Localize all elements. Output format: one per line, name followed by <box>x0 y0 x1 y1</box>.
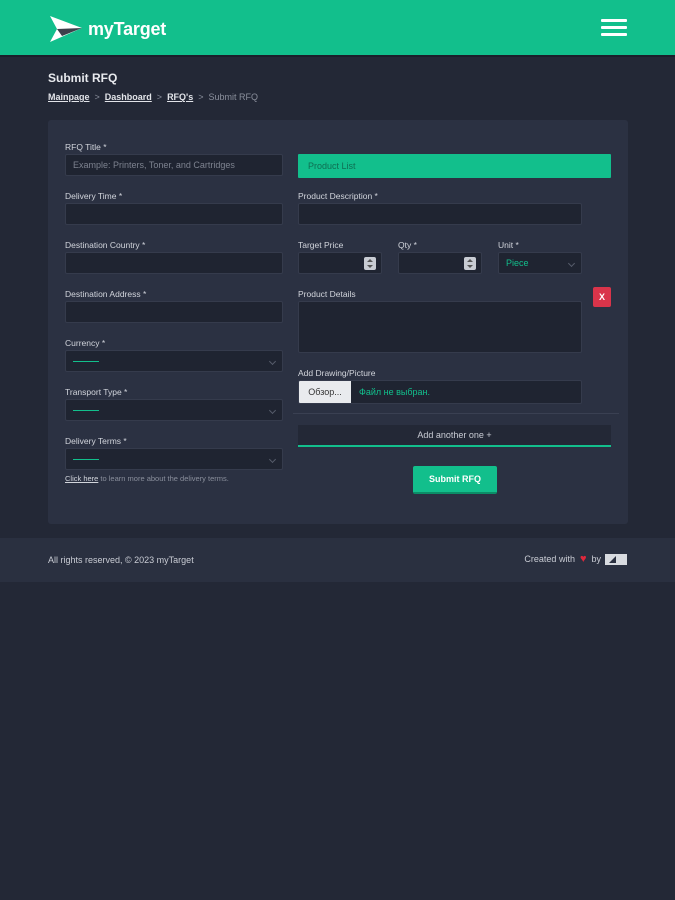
currency-empty-option <box>73 361 99 363</box>
breadcrumb-separator: > <box>198 92 204 102</box>
unit-select[interactable]: Piece <box>498 252 582 274</box>
transport-type-select[interactable] <box>65 399 283 421</box>
target-price-input[interactable] <box>298 252 382 274</box>
brand-logo[interactable]: myTarget <box>48 14 166 44</box>
chevron-down-icon <box>567 259 576 268</box>
transport-type-empty-option <box>73 410 99 412</box>
breadcrumb-dashboard[interactable]: Dashboard <box>105 92 152 102</box>
footer-credits: Created with ♥ by <box>524 553 627 565</box>
delivery-terms-empty-option <box>73 459 99 461</box>
footer-copyright: All rights reserved, © 2023 myTarget <box>48 555 194 565</box>
breadcrumb-current: Submit RFQ <box>208 92 258 102</box>
qty-label: Qty * <box>398 240 417 250</box>
page-title: Submit RFQ <box>48 71 118 85</box>
breadcrumb-separator: > <box>156 92 163 102</box>
drawing-label: Add Drawing/Picture <box>298 368 376 378</box>
unit-selected-value: Piece <box>506 258 529 268</box>
drawing-file-input[interactable]: Обзор... Файл не выбран. <box>298 380 582 404</box>
spinner-icon[interactable] <box>364 257 376 270</box>
divider <box>293 413 619 414</box>
destination-country-label: Destination Country * <box>65 240 146 250</box>
rfq-title-input[interactable]: Example: Printers, Toner, and Cartridges <box>65 154 283 176</box>
paper-plane-logo-icon <box>50 16 82 42</box>
footer: All rights reserved, © 2023 myTarget Cre… <box>0 538 675 582</box>
browse-file-button[interactable]: Обзор... <box>299 381 351 403</box>
chevron-down-icon <box>268 455 277 464</box>
add-another-product-button[interactable]: Add another one + <box>298 425 611 447</box>
delivery-time-input[interactable] <box>65 203 283 225</box>
delivery-terms-select[interactable] <box>65 448 283 470</box>
delivery-terms-help: Click here to learn more about the deliv… <box>65 474 229 483</box>
rfq-form-card: RFQ Title * Example: Printers, Toner, an… <box>48 120 628 524</box>
remove-product-button[interactable]: X <box>593 287 611 307</box>
delivery-time-label: Delivery Time * <box>65 191 123 201</box>
chevron-down-icon <box>268 357 277 366</box>
delivery-terms-help-link[interactable]: Click here <box>65 474 98 483</box>
product-description-input[interactable] <box>298 203 582 225</box>
delivery-terms-help-text: to learn more about the delivery terms. <box>98 474 229 483</box>
qty-input[interactable] <box>398 252 482 274</box>
hamburger-icon[interactable] <box>601 19 627 37</box>
heart-icon: ♥ <box>579 553 587 565</box>
created-with-text: Created with <box>524 554 575 564</box>
currency-select[interactable] <box>65 350 283 372</box>
product-details-label: Product Details <box>298 289 356 299</box>
target-price-label: Target Price <box>298 240 344 250</box>
top-bar: myTarget <box>0 0 675 57</box>
product-description-label: Product Description * <box>298 191 378 201</box>
rfq-title-placeholder: Example: Printers, Toner, and Cartridges <box>73 160 235 170</box>
rfq-title-label: RFQ Title * <box>65 142 107 152</box>
product-list-header: Product List <box>298 154 611 178</box>
file-status-text: Файл не выбран. <box>359 387 430 397</box>
destination-address-input[interactable] <box>65 301 283 323</box>
delivery-terms-label: Delivery Terms * <box>65 436 127 446</box>
transport-type-label: Transport Type * <box>65 387 128 397</box>
spinner-icon[interactable] <box>464 257 476 270</box>
breadcrumb-rfqs[interactable]: RFQ's <box>167 92 193 102</box>
unit-label: Unit * <box>498 240 519 250</box>
submit-rfq-button[interactable]: Submit RFQ <box>413 466 497 494</box>
currency-label: Currency * <box>65 338 106 348</box>
breadcrumb: Mainpage > Dashboard > RFQ's > Submit RF… <box>48 92 258 102</box>
agency-logo-icon[interactable] <box>605 553 627 565</box>
breadcrumb-separator: > <box>94 92 100 102</box>
destination-address-label: Destination Address * <box>65 289 147 299</box>
product-details-textarea[interactable] <box>298 301 582 353</box>
breadcrumb-mainpage[interactable]: Mainpage <box>48 92 90 102</box>
brand-name: myTarget <box>88 18 167 39</box>
chevron-down-icon <box>268 406 277 415</box>
destination-country-input[interactable] <box>65 252 283 274</box>
by-text: by <box>591 554 601 564</box>
